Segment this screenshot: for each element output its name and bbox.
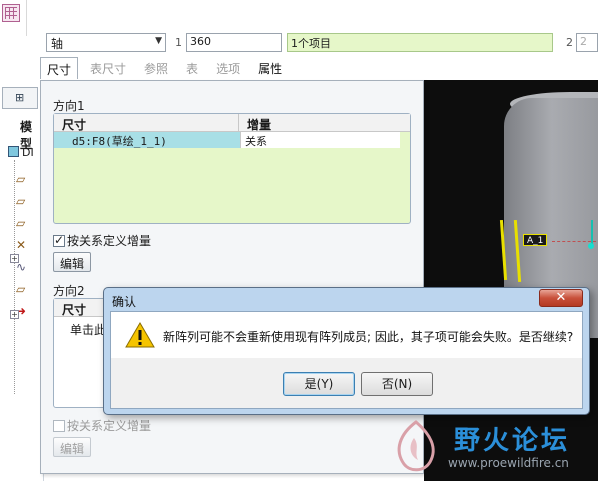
direction1-edit-button[interactable]: 编辑 bbox=[53, 252, 92, 272]
part-icon bbox=[8, 146, 19, 157]
sketch-icon[interactable]: ∿ bbox=[16, 260, 42, 274]
pattern-type-value: 轴 bbox=[51, 37, 64, 51]
member-count-input[interactable]: 360 bbox=[186, 33, 282, 52]
forum-logo-icon bbox=[397, 420, 435, 472]
direction2-edit-button[interactable]: 编辑 bbox=[53, 437, 92, 457]
model-tree-pane: ⊞ 模型 DI ▱ ▱ ▱ ✕ + ∿ ▱ ➜ + bbox=[0, 82, 44, 481]
chevron-down-icon[interactable]: ▼ bbox=[155, 36, 162, 46]
column-increment: 增量 bbox=[246, 118, 271, 132]
tab-references[interactable]: 参照 bbox=[138, 57, 174, 79]
direction1-relation-label: 按关系定义增量 bbox=[67, 234, 152, 248]
tree-display-button[interactable]: ⊞ bbox=[2, 87, 38, 109]
datum-plane-icon[interactable]: ▱ bbox=[16, 172, 42, 186]
tab-options[interactable]: 选项 bbox=[210, 57, 246, 79]
tab-properties[interactable]: 属性 bbox=[252, 57, 288, 79]
direction2-count-input[interactable]: 2 bbox=[576, 33, 598, 52]
direction1-number-label: 1 bbox=[175, 36, 182, 49]
direction2-relation-label: 按关系定义增量 bbox=[67, 419, 152, 433]
checkbox-checked-icon[interactable] bbox=[53, 233, 65, 247]
no-button[interactable]: 否(N) bbox=[361, 372, 433, 396]
coordinate-system-icon[interactable]: ✕ bbox=[16, 238, 42, 252]
watermark-text: 野火论坛 bbox=[454, 426, 571, 456]
tab-dimensions[interactable]: 尺寸 bbox=[40, 57, 79, 79]
direction1-label: 方向1 bbox=[53, 99, 85, 113]
close-icon: ✕ bbox=[555, 290, 567, 305]
toolbar-divider bbox=[26, 0, 27, 36]
message-area: 新阵列可能不会重新使用现有阵列成员; 因此，其子项可能会失败。是否继续? bbox=[111, 312, 582, 358]
tab-table-dimensions[interactable]: 表尺寸 bbox=[84, 57, 132, 79]
reference-collector[interactable]: 1个项目 bbox=[287, 33, 553, 52]
datum-plane-icon[interactable]: ▱ bbox=[16, 282, 42, 296]
dashboard-toolbar: 轴 ▼ 1 360 1个项目 2 2 尺寸 表尺寸 参照 表 选项 属性 bbox=[0, 0, 598, 80]
direction2-relation-checkbox[interactable]: 按关系定义增量 bbox=[53, 417, 151, 434]
dialog-title: 确认 bbox=[112, 295, 137, 309]
expand-icon[interactable]: + bbox=[10, 310, 19, 319]
datum-plane-icon[interactable]: ▱ bbox=[16, 194, 42, 208]
row-increment[interactable]: 关系 bbox=[240, 132, 400, 148]
yes-button[interactable]: 是(Y) bbox=[283, 372, 355, 396]
pattern-type-combo[interactable]: 轴 ▼ bbox=[46, 33, 166, 52]
direction1-table-header: 尺寸 增量 bbox=[54, 114, 410, 132]
drag-handle-dot[interactable] bbox=[588, 243, 594, 249]
direction2-label: 方向2 bbox=[53, 284, 85, 298]
dialog-body: 新阵列可能不会重新使用现有阵列成员; 因此，其子项可能会失败。是否继续? 是(Y… bbox=[110, 311, 583, 409]
axis-dashed-line bbox=[552, 241, 596, 242]
tree-icon: ⊞ bbox=[15, 91, 25, 104]
direction1-table[interactable]: 尺寸 增量 d5:F8(草绘_1_1) 关系 bbox=[53, 113, 411, 224]
axis-tag: A_1 bbox=[523, 234, 548, 246]
datum-plane-icon[interactable]: ▱ bbox=[16, 216, 42, 230]
close-button[interactable]: ✕ bbox=[539, 289, 583, 307]
direction2-number-label: 2 bbox=[566, 36, 573, 49]
direction1-relation-checkbox[interactable]: 按关系定义增量 bbox=[53, 232, 151, 249]
table-row[interactable]: d5:F8(草绘_1_1) 关系 bbox=[54, 132, 410, 148]
tree-connector bbox=[14, 160, 15, 394]
tab-table[interactable]: 表 bbox=[180, 57, 204, 79]
pattern-table-icon[interactable] bbox=[2, 4, 20, 22]
row-dimension[interactable]: d5:F8(草绘_1_1) bbox=[54, 132, 240, 148]
dialog-message: 新阵列可能不会重新使用现有阵列成员; 因此，其子项可能会失败。是否继续? bbox=[163, 330, 574, 344]
tree-root-item[interactable]: DI bbox=[8, 146, 34, 159]
insert-here-arrow-icon[interactable]: ➜ bbox=[16, 304, 42, 318]
warning-icon bbox=[125, 322, 155, 348]
dashboard-tabs: 尺寸 表尺寸 参照 表 选项 属性 bbox=[40, 57, 294, 79]
tree-root-label: DI bbox=[22, 146, 34, 159]
column-dimension: 尺寸 bbox=[54, 114, 239, 132]
watermark-url: www.proewildfire.cn bbox=[448, 456, 569, 470]
confirm-dialog: 确认 ✕ 新阵列可能不会重新使用现有阵列成员; 因此，其子项可能会失败。是否继续… bbox=[103, 287, 590, 415]
forum-watermark: 野火论坛 www.proewildfire.cn bbox=[390, 412, 598, 481]
checkbox-unchecked-icon[interactable] bbox=[53, 419, 65, 432]
